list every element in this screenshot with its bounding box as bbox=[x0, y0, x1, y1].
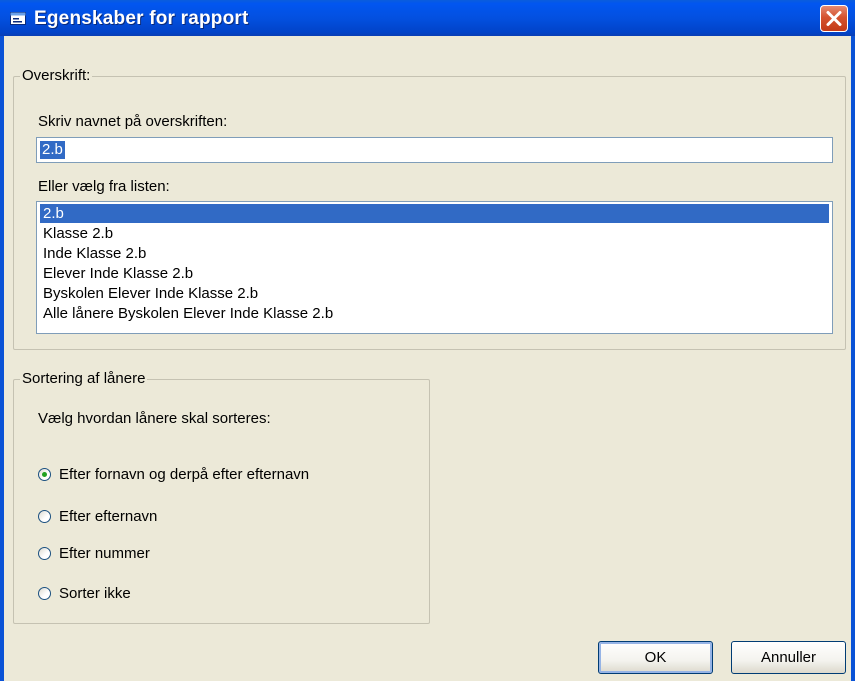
radio-button-checked[interactable] bbox=[38, 468, 51, 481]
heading-name-value: 2.b bbox=[40, 141, 65, 159]
window-app-icon bbox=[10, 12, 26, 25]
ok-button[interactable]: OK bbox=[598, 641, 713, 674]
radio-button[interactable] bbox=[38, 587, 51, 600]
sort-option-label: Efter efternavn bbox=[59, 508, 158, 525]
heading-name-label: Skriv navnet på overskriften: bbox=[38, 113, 228, 130]
close-button[interactable] bbox=[820, 5, 848, 32]
sort-option-label: Efter nummer bbox=[59, 545, 150, 562]
radio-button[interactable] bbox=[38, 510, 51, 523]
heading-listbox[interactable]: 2.b Klasse 2.b Inde Klasse 2.b Elever In… bbox=[36, 201, 833, 334]
heading-group-legend: Overskrift: bbox=[20, 67, 93, 84]
list-item[interactable]: Inde Klasse 2.b bbox=[40, 244, 829, 263]
heading-name-input[interactable]: 2.b bbox=[36, 137, 833, 163]
sort-option-label: Sorter ikke bbox=[59, 585, 131, 602]
sort-group-legend: Sortering af lånere bbox=[20, 370, 148, 387]
window-border-left bbox=[0, 36, 4, 681]
title-bar[interactable]: Egenskaber for rapport bbox=[0, 0, 855, 36]
cancel-button[interactable]: Annuller bbox=[731, 641, 846, 674]
list-item[interactable]: Elever Inde Klasse 2.b bbox=[40, 264, 829, 283]
close-icon bbox=[826, 11, 842, 26]
sort-prompt: Vælg hvordan lånere skal sorteres: bbox=[38, 410, 271, 427]
heading-list-label: Eller vælg fra listen: bbox=[38, 178, 170, 195]
list-item[interactable]: Alle lånere Byskolen Elever Inde Klasse … bbox=[40, 304, 829, 323]
window-border-right bbox=[851, 36, 855, 681]
radio-button[interactable] bbox=[38, 547, 51, 560]
window-title: Egenskaber for rapport bbox=[34, 8, 249, 29]
sort-option-label: Efter fornavn og derpå efter efternavn bbox=[59, 466, 310, 483]
radio-dot-icon bbox=[42, 472, 47, 477]
list-item[interactable]: Klasse 2.b bbox=[40, 224, 829, 243]
list-item[interactable]: Byskolen Elever Inde Klasse 2.b bbox=[40, 284, 829, 303]
list-item[interactable]: 2.b bbox=[40, 204, 829, 223]
